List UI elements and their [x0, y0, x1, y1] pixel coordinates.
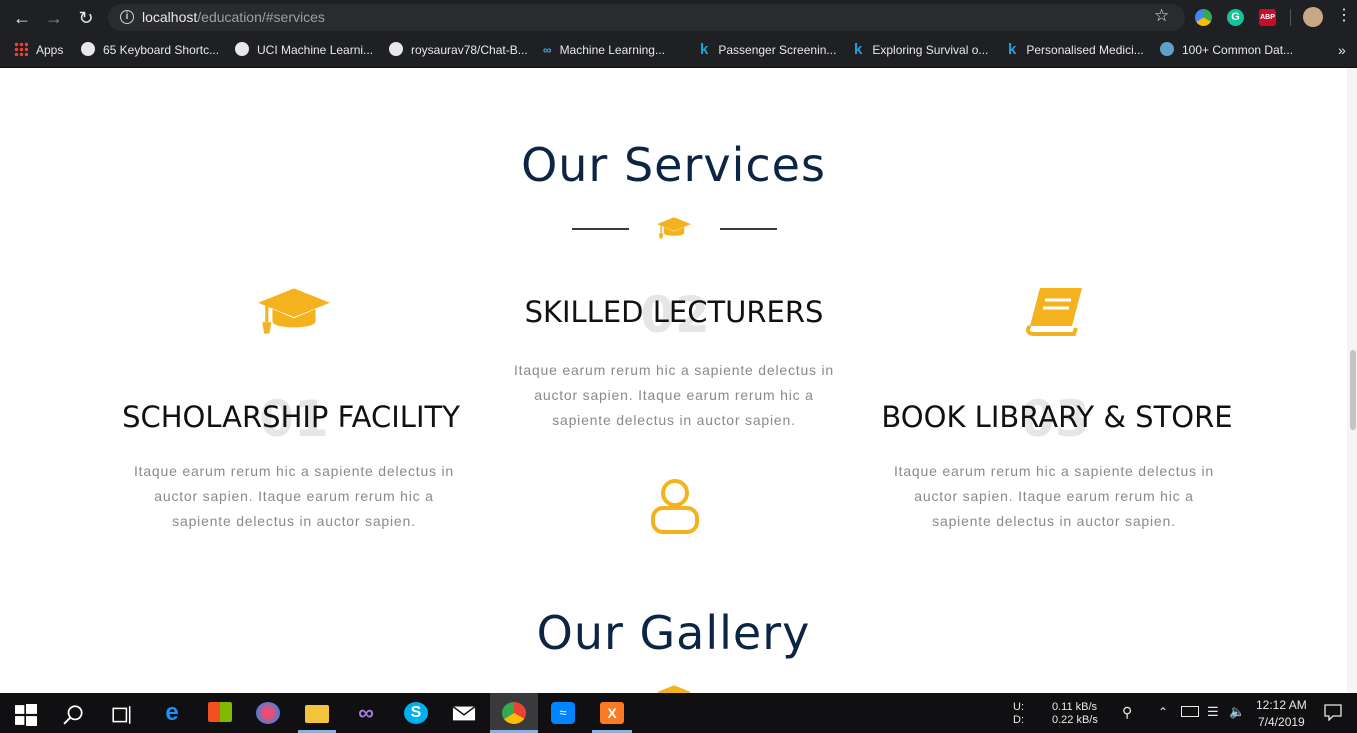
battery-icon[interactable]	[1181, 706, 1199, 717]
adblock-icon[interactable]: ABP	[1259, 9, 1276, 26]
service-description: Itaque earum rerum hic a sapiente delect…	[513, 362, 835, 428]
net-up-label: U:	[1013, 701, 1024, 713]
bookmark-medicine[interactable]: k Personalised Medici...	[1008, 41, 1144, 59]
grammarly-icon[interactable]: G	[1227, 9, 1244, 26]
apps-grid-icon	[14, 42, 28, 56]
windows-start-icon[interactable]	[14, 704, 38, 726]
infinity-icon: ∞	[543, 43, 552, 57]
mail-icon[interactable]	[452, 702, 476, 724]
bookmark-label: 100+ Common Dat...	[1182, 43, 1294, 57]
extension-icon[interactable]	[1195, 9, 1212, 26]
edge-icon[interactable]: e	[160, 701, 184, 725]
messenger-icon[interactable]: ≈	[551, 702, 575, 724]
file-explorer-icon[interactable]	[305, 705, 329, 723]
bookmark-machine-learning[interactable]: ∞ Machine Learning...	[543, 41, 665, 59]
back-button[interactable]: ←	[10, 6, 34, 30]
bookmark-survival[interactable]: k Exploring Survival o...	[854, 41, 988, 59]
store-icon[interactable]	[208, 702, 232, 722]
bookmark-github[interactable]: roysaurav78/Chat-B...	[389, 41, 528, 59]
kaggle-icon: k	[1008, 41, 1017, 58]
paint-icon[interactable]	[256, 702, 280, 724]
wifi-icon[interactable]: ☰	[1207, 704, 1219, 720]
bookmark-label: Machine Learning...	[559, 43, 665, 57]
taskbar	[0, 693, 1357, 733]
net-down-value: 0.22 kB/s	[1052, 714, 1098, 726]
bookmark-label: Passenger Screenin...	[718, 43, 837, 57]
url-host: localhost	[142, 9, 198, 25]
search-icon[interactable]	[62, 704, 86, 726]
bookmark-passenger[interactable]: k Passenger Screenin...	[700, 41, 836, 59]
bookmark-star-icon[interactable]: ☆	[1154, 6, 1169, 26]
divider-left	[572, 228, 629, 230]
net-up-value: 0.11 kB/s	[1052, 701, 1098, 713]
divider-right	[720, 228, 777, 230]
graduation-cap-icon	[656, 217, 692, 239]
github-icon	[389, 42, 403, 56]
bookmark-label: Apps	[36, 43, 64, 57]
scrollbar-thumb[interactable]	[1350, 350, 1356, 430]
bookmarks-more[interactable]: »	[1338, 41, 1346, 59]
info-icon[interactable]: i	[120, 10, 134, 24]
people-icon[interactable]: ⚲	[1122, 704, 1132, 721]
service-description: Itaque earum rerum hic a sapiente delect…	[893, 463, 1215, 529]
reload-button[interactable]: ↻	[74, 6, 98, 30]
bookmark-label: Exploring Survival o...	[872, 43, 989, 57]
bookmark-common-data[interactable]: 100+ Common Dat...	[1160, 41, 1293, 59]
kaggle-icon: k	[700, 41, 709, 58]
service-title-scholarship: SCHOLARSHIP FACILITY	[122, 400, 460, 434]
bookmark-label: UCI Machine Learni...	[257, 43, 374, 57]
gear-icon	[1160, 42, 1174, 56]
bookmark-keyboard-shortcuts[interactable]: 65 Keyboard Shortc...	[81, 41, 219, 59]
bookmark-apps[interactable]: Apps	[14, 41, 63, 59]
bookmark-label: 65 Keyboard Shortc...	[103, 43, 220, 57]
book-icon	[1026, 288, 1082, 336]
service-title-lecturers: SKILLED LECTURERS	[524, 295, 824, 329]
globe-icon	[81, 42, 95, 56]
bookmark-label: Personalised Medici...	[1026, 43, 1144, 57]
globe-icon	[235, 42, 249, 56]
toolbar-separator	[1290, 9, 1291, 26]
url-text[interactable]: localhost/education/#services	[142, 9, 325, 25]
services-heading: Our Services	[521, 138, 826, 192]
clock-time[interactable]: 12:12 AM	[1256, 698, 1307, 712]
user-icon	[651, 479, 699, 534]
service-title-library: BOOK LIBRARY & STORE	[881, 400, 1233, 434]
visual-studio-icon[interactable]: ∞	[354, 702, 378, 724]
kaggle-icon: k	[854, 41, 863, 58]
skype-icon[interactable]: S	[404, 702, 428, 724]
bookmark-uci[interactable]: UCI Machine Learni...	[235, 41, 373, 59]
bookmark-label: roysaurav78/Chat-B...	[411, 43, 528, 57]
chrome-icon[interactable]	[502, 702, 526, 724]
net-down-label: D:	[1013, 714, 1024, 726]
volume-icon[interactable]: 🔈	[1229, 704, 1245, 720]
service-description: Itaque earum rerum hic a sapiente delect…	[133, 463, 455, 529]
profile-avatar[interactable]	[1303, 7, 1323, 27]
clock-date[interactable]: 7/4/2019	[1258, 715, 1305, 729]
xampp-icon[interactable]: X	[600, 702, 624, 724]
notifications-icon[interactable]	[1324, 704, 1342, 721]
menu-icon[interactable]: ⋮	[1336, 8, 1352, 24]
task-view-icon[interactable]	[110, 704, 134, 726]
url-path: /education/#services	[197, 9, 325, 25]
forward-button[interactable]: →	[42, 6, 66, 30]
graduation-cap-icon	[258, 288, 330, 334]
gallery-heading: Our Gallery	[536, 606, 811, 660]
chevron-up-icon[interactable]: ⌃	[1158, 705, 1168, 719]
